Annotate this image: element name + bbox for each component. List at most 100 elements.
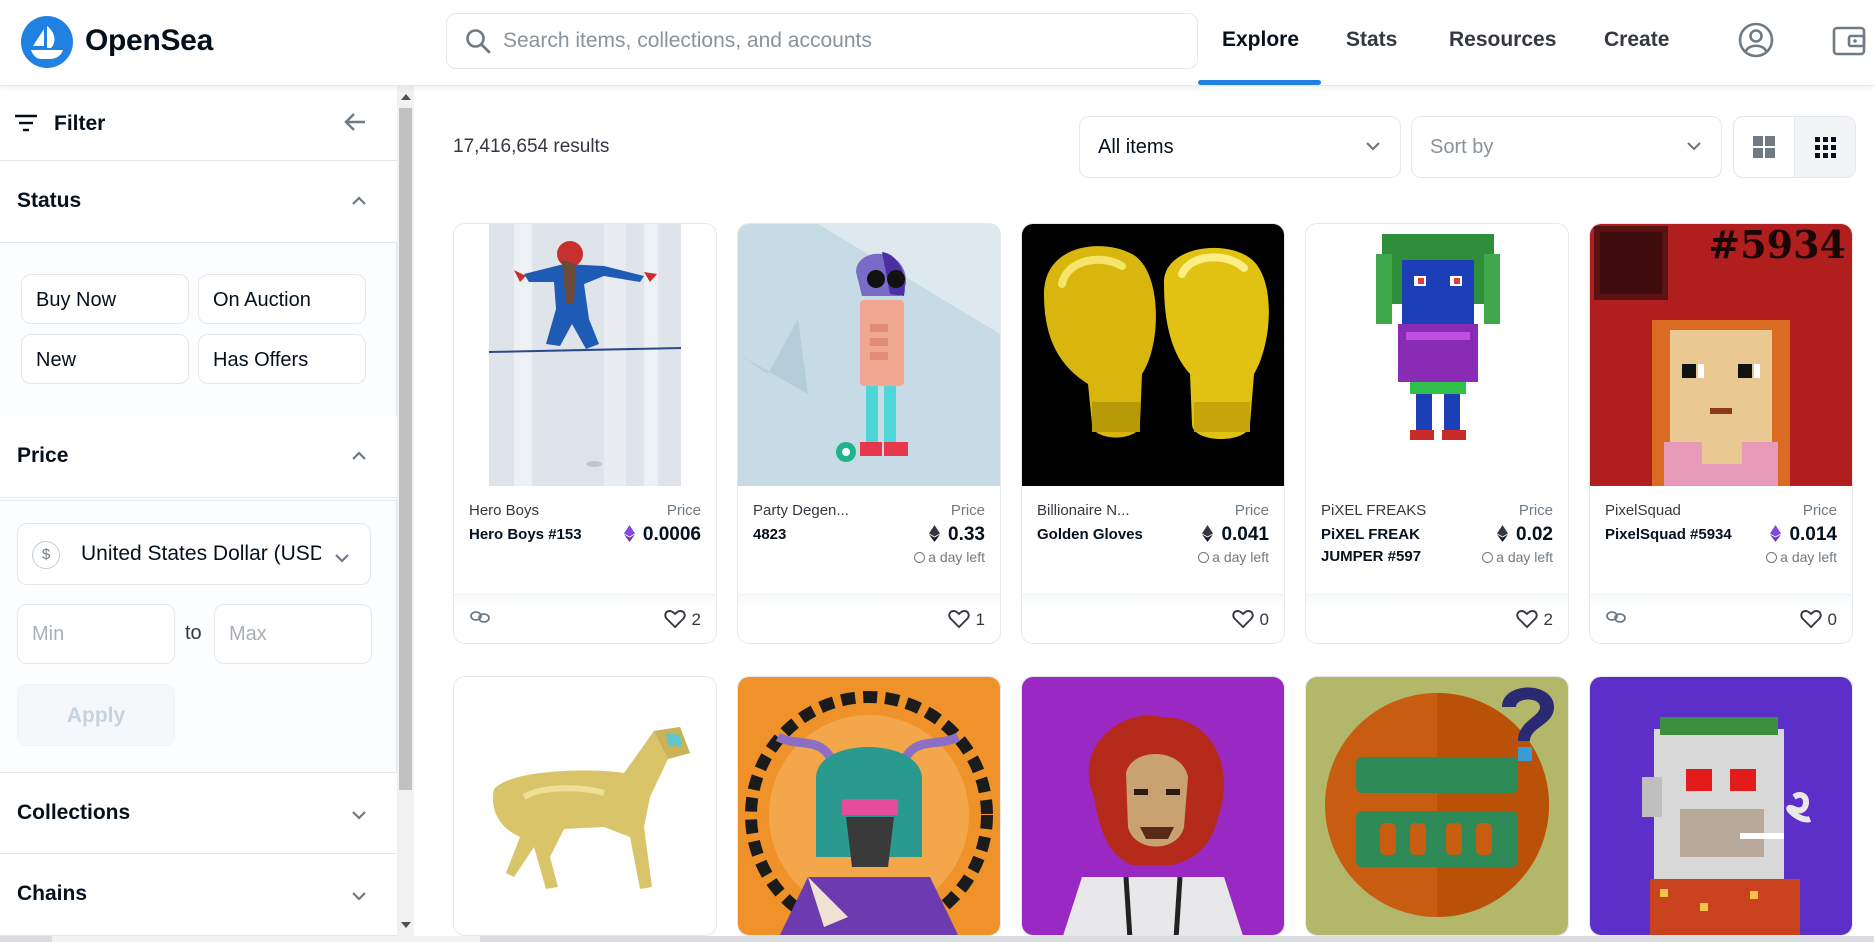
nft-card[interactable]: Billionaire N... Golden Gloves Price 0.0… [1021,223,1285,644]
item-price: 0.014 [1770,524,1837,548]
nft-image-hero-boy[interactable] [454,224,716,486]
collection-name[interactable]: Hero Boys [469,502,619,519]
status-buy-now[interactable]: Buy Now [21,274,189,324]
price-label: Price [666,502,701,519]
search-input[interactable] [503,26,1183,56]
collection-name[interactable]: PiXEL FREAKS [1321,502,1471,519]
scrollbar-thumb[interactable] [399,108,412,790]
nft-image-pixel-ape[interactable] [1590,677,1852,935]
nft-image-pixelsquad[interactable]: #5934 [1590,224,1852,486]
item-name[interactable]: 4823 [753,524,893,546]
item-price: 0.33 [929,524,985,548]
currency-value: United States Dollar (USD) [81,542,321,565]
price-value: 0.014 [1789,524,1837,545]
price-section-header[interactable]: Price [0,416,397,498]
nft-card[interactable]: Hero Boys Hero Boys #153 Price 0.0006 2 [453,223,717,644]
link-icon [470,610,490,629]
horizontal-scrollbar-thumb[interactable] [52,936,480,942]
status-new[interactable]: New [21,334,189,384]
favorite-count: 0 [1827,610,1837,629]
time-left: a day left [1766,549,1837,565]
scroll-down-arrow-icon[interactable] [401,922,411,928]
nft-card[interactable]: Party Degen... 4823 Price 0.33 a day lef… [737,223,1001,644]
scroll-up-arrow-icon[interactable] [401,94,411,100]
chevron-up-icon [351,193,367,211]
search-bar[interactable] [446,13,1198,69]
clock-icon [1198,552,1210,563]
price-min-input[interactable] [32,621,152,647]
nav-resources[interactable]: Resources [1449,28,1556,52]
collapse-arrow-icon[interactable] [344,112,366,137]
nft-image-lion-astronaut[interactable] [1022,677,1284,935]
results-count: 17,416,654 results [453,136,610,157]
favorite-button[interactable]: 0 [1799,609,1837,630]
collection-name[interactable]: Party Degen... [753,502,903,519]
nft-image-mystery-box[interactable] [1306,677,1568,935]
favorite-button[interactable]: 2 [1515,609,1553,630]
card-footer: 2 [1306,594,1568,643]
items-filter-select[interactable]: All items [1079,116,1401,178]
active-tab-indicator [1198,80,1321,85]
horizontal-scrollbar[interactable] [0,936,1874,942]
favorite-button[interactable]: 2 [663,609,701,630]
status-on-auction[interactable]: On Auction [198,274,366,324]
nav-create[interactable]: Create [1604,28,1669,52]
price-min-box[interactable] [17,604,175,664]
nft-card[interactable] [1305,676,1569,936]
status-section-header[interactable]: Status [0,161,397,243]
price-value: 0.0006 [642,524,701,545]
nft-image-pixel-freak[interactable] [1306,224,1568,486]
chevron-down-icon [1685,137,1703,160]
nft-card[interactable] [453,676,717,936]
time-left-value: a day left [928,549,985,565]
chevron-down-icon [351,807,367,825]
card-footer: 0 [1022,594,1284,643]
sidebar-scrollbar[interactable] [397,86,414,936]
collection-name[interactable]: PixelSquad [1605,502,1755,519]
price-max-box[interactable] [214,604,372,664]
item-name[interactable]: PiXEL FREAK JUMPER #597 [1321,524,1461,568]
favorite-button[interactable]: 0 [1231,609,1269,630]
eth-icon [929,525,941,548]
nft-card[interactable] [1021,676,1285,936]
opensea-logo-icon[interactable] [21,16,73,68]
nft-image-antler-character[interactable] [738,677,1000,935]
chains-section-header[interactable]: Chains [0,854,397,936]
nft-card[interactable]: PiXEL FREAKS PiXEL FREAK JUMPER #597 Pri… [1305,223,1569,644]
favorite-count: 1 [975,610,985,629]
weth-icon [623,525,635,548]
apply-button[interactable]: Apply [17,684,175,746]
nav-stats[interactable]: Stats [1346,28,1397,52]
brand-name[interactable]: OpenSea [85,24,213,58]
nft-image-party-degen[interactable] [738,224,1000,486]
account-icon[interactable] [1738,22,1774,63]
nft-card[interactable]: #5934 PixelSquad PixelSquad #5934 Price … [1589,223,1853,644]
nav-explore[interactable]: Explore [1222,28,1299,52]
nft-card[interactable] [737,676,1001,936]
nft-card[interactable] [1589,676,1853,936]
nft-image-golden-gloves[interactable] [1022,224,1284,486]
favorite-button[interactable]: 1 [947,609,985,630]
time-left-value: a day left [1212,549,1269,565]
status-title: Status [17,189,82,212]
sort-select[interactable]: Sort by [1411,116,1722,178]
item-name[interactable]: Hero Boys #153 [469,524,609,546]
collections-section-header[interactable]: Collections [0,772,397,854]
currency-select[interactable]: $ United States Dollar (USD) [17,523,371,585]
status-has-offers[interactable]: Has Offers [198,334,366,384]
large-grid-button[interactable] [1734,117,1795,177]
nft-image-golden-horse[interactable] [454,677,716,935]
price-value: 0.33 [948,524,985,545]
time-left-value: a day left [1496,549,1553,565]
price-label: Price [1234,502,1269,519]
price-max-input[interactable] [229,621,349,647]
clock-icon [1766,552,1778,563]
item-name[interactable]: Golden Gloves [1037,524,1177,546]
time-left: a day left [914,549,985,565]
dollar-icon: $ [32,541,60,569]
small-grid-button[interactable] [1795,117,1855,177]
item-name[interactable]: PixelSquad #5934 [1605,524,1745,546]
collection-name[interactable]: Billionaire N... [1037,502,1187,519]
wallet-icon[interactable] [1832,24,1866,63]
items-filter-value: All items [1098,136,1174,158]
